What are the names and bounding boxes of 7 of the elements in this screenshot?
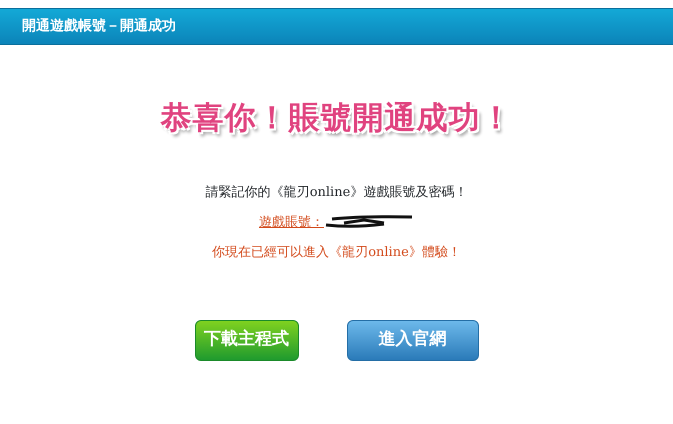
success-headline: 恭喜你！賬號開通成功！ <box>159 99 514 138</box>
account-text: 遊戲賬號： <box>259 214 324 230</box>
website-button[interactable]: 進入官網 <box>346 320 478 360</box>
download-button[interactable]: 下載主程式 <box>194 320 298 360</box>
header-title: 開通遊戲帳號－開通成功 <box>22 17 176 36</box>
notice-text: 請緊記你的《龍刃online》遊戲賬號及密碼！ <box>204 184 468 202</box>
message-text: 你現在已經可以進入《龍刃online》體驗！ <box>211 244 462 262</box>
